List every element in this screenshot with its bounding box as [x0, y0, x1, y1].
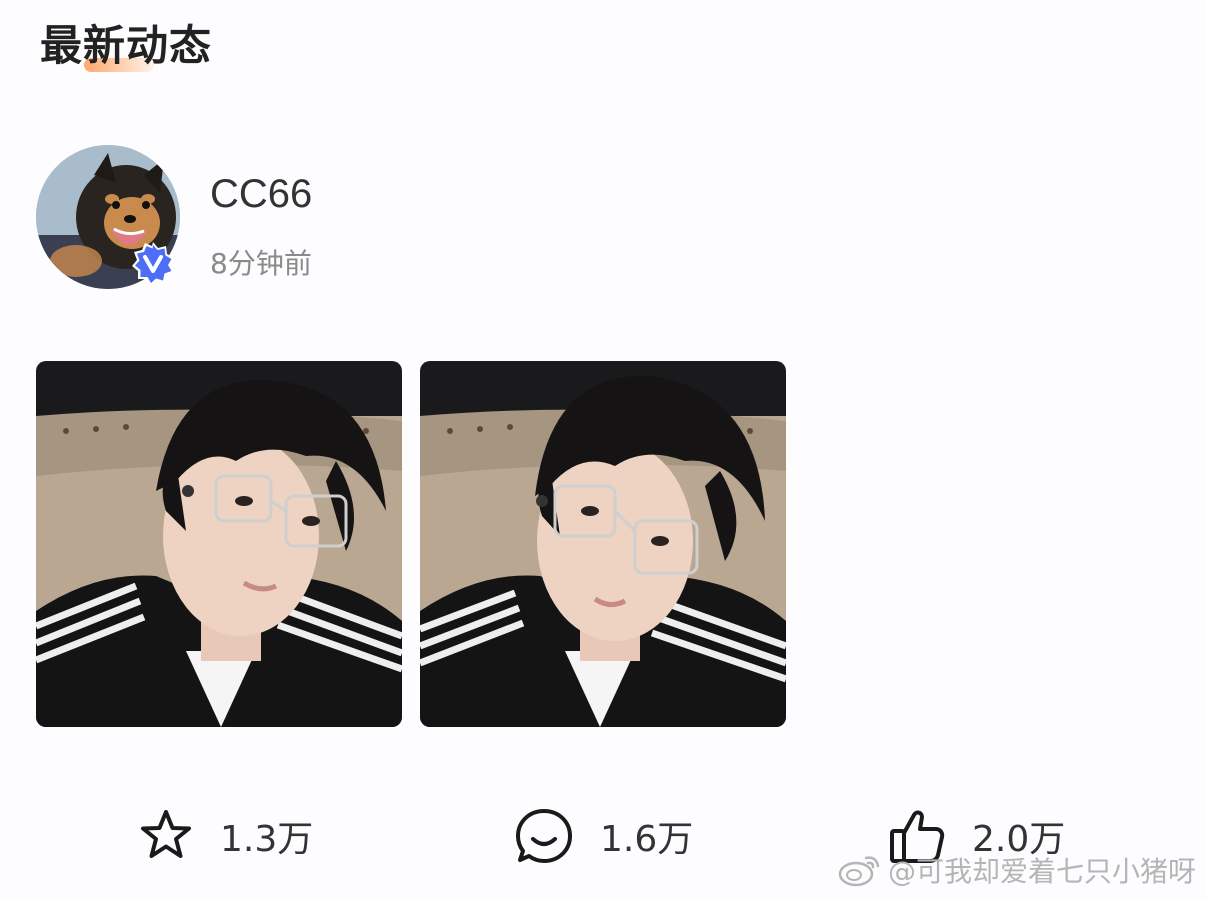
post-photo-2[interactable] [420, 361, 786, 727]
selfie-photo [420, 361, 786, 727]
repost-button[interactable]: 1.3万 [138, 806, 313, 866]
author-name[interactable]: CC66 [210, 172, 312, 217]
watermark-text: @可我却爱着七只小猪呀 [887, 855, 1196, 888]
comment-count: 1.6万 [600, 819, 694, 860]
post-photo-1[interactable] [36, 361, 402, 727]
watermark: @可我却爱着七只小猪呀 [838, 850, 1196, 890]
repost-count: 1.3万 [220, 819, 314, 860]
weibo-logo-icon [838, 856, 880, 887]
selfie-photo [36, 361, 402, 727]
section-title: 最新动态 [40, 12, 212, 73]
post-time: 8分钟前 [210, 247, 312, 280]
comment-button[interactable]: 1.6万 [514, 806, 693, 866]
star-icon [141, 810, 191, 858]
verified-badge-icon [130, 240, 176, 286]
section-title-text: 最新动态 [40, 21, 213, 70]
feed-page: 最新动态 CC66 8分钟前 1.3万 1.6万 2.0万 @可我却爱着七只小猪… [0, 0, 1206, 900]
comment-icon [516, 809, 572, 863]
